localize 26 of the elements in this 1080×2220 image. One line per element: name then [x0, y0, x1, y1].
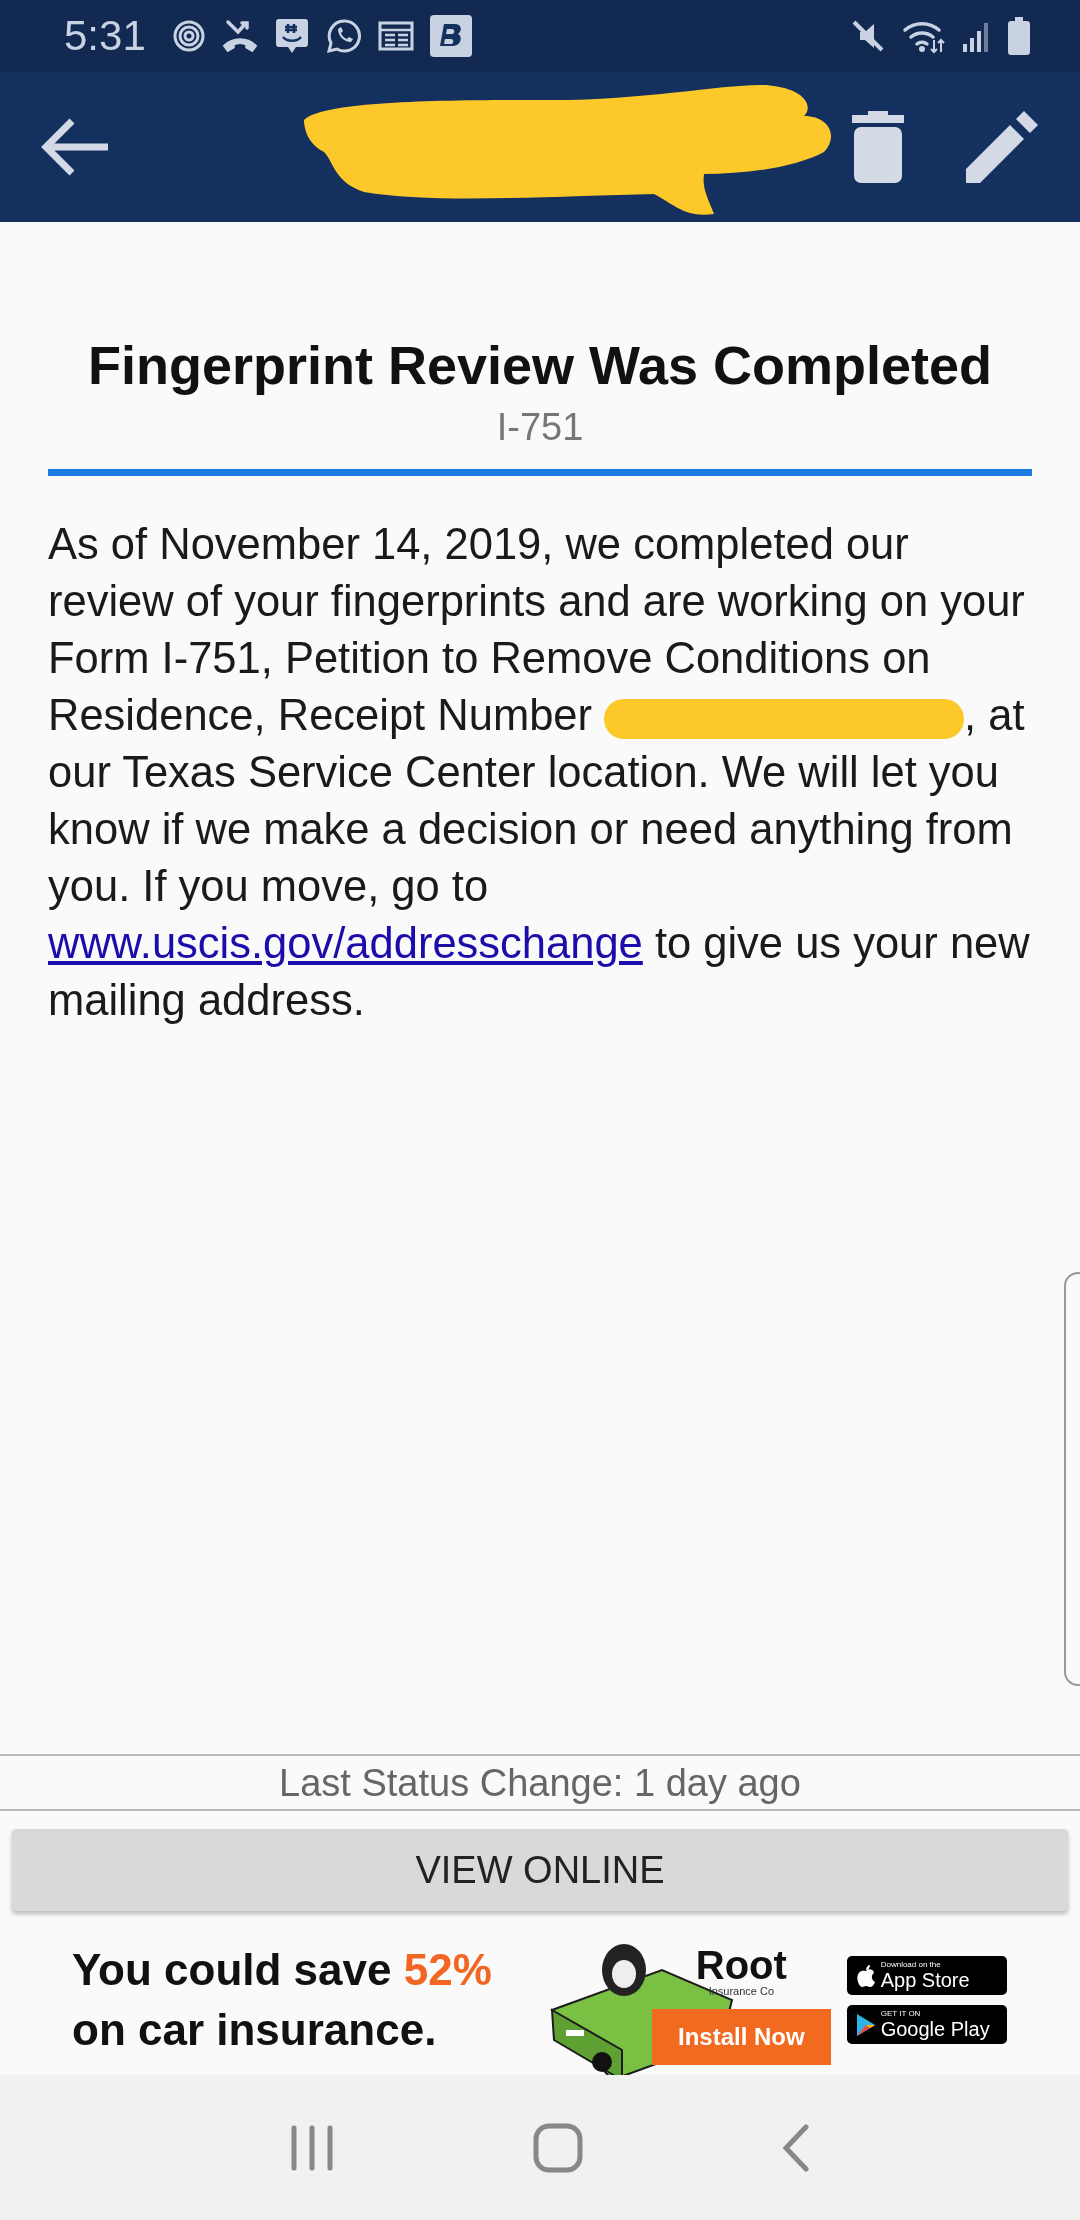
recent-apps-icon[interactable]	[289, 2124, 334, 2171]
message-text: As of November 14, 2019, we completed our review of your fingerprints and are working on your Form I-751, Petition to Remove Conditions on Residence, Receipt Number , at our Texas Service Center location. We will let you know if we make a decision or need anything from you. If you move, go to www.uscis.gov/addresschange to give us your new mailing address.	[48, 519, 1031, 1026]
battery-icon	[1008, 17, 1030, 55]
calendar-icon	[377, 20, 414, 52]
view-online-button[interactable]: VIEW ONLINE	[12, 1829, 1068, 1911]
back-chevron-icon[interactable]	[782, 2123, 811, 2172]
home-icon[interactable]	[533, 2122, 583, 2173]
brand-name: Root	[695, 1945, 787, 1985]
clock: 5:31	[64, 12, 146, 60]
store-badge[interactable]: Download on the App Store	[846, 1956, 1007, 1995]
play-triangle-icon	[856, 2013, 875, 2036]
mute-icon	[850, 18, 886, 54]
phone-bubble-icon	[325, 18, 362, 54]
chat-icon	[273, 17, 310, 55]
form-number: I-751	[496, 406, 584, 449]
edit-pencil-icon[interactable]	[964, 109, 1040, 185]
bold-b-icon	[429, 15, 472, 57]
delete-icon[interactable]	[852, 111, 904, 183]
address-change-link[interactable]: www.uscis.gov/addresschange	[48, 919, 643, 967]
brand-subtitle: Insurance Co	[708, 1985, 775, 1997]
missed-call-icon	[221, 19, 258, 53]
apple-icon	[856, 1964, 875, 1987]
ad-headline: You could save 52% on car insurance.	[72, 1944, 492, 2056]
message-title: Fingerprint Review Was Completed	[87, 334, 993, 396]
store-badge[interactable]: GET IT ON Google Play	[846, 2005, 1007, 2044]
last-status-change: Last Status Change: 1 day ago	[0, 1754, 1080, 1811]
